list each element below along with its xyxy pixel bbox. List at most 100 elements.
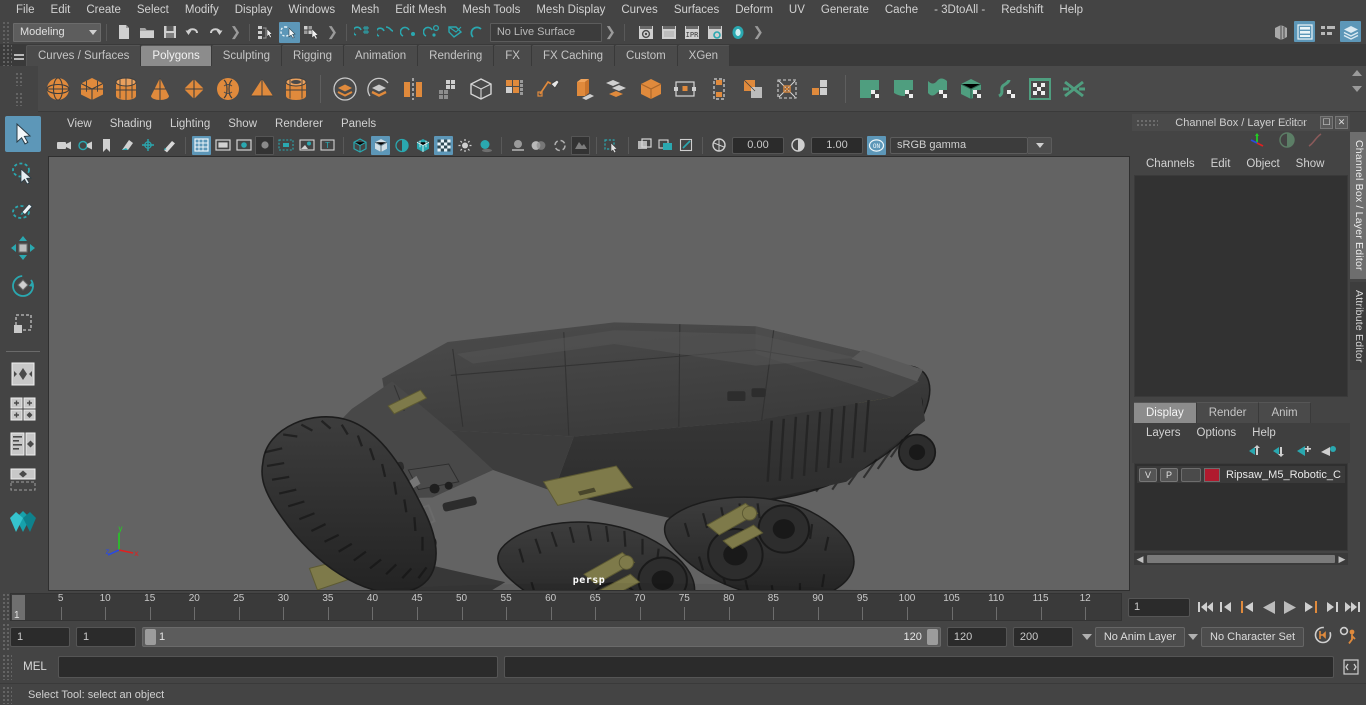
animation-end-time-field[interactable]: 200 [1012,627,1073,647]
close-icon[interactable]: ✕ [1335,116,1348,129]
menu-mesh-tools[interactable]: Mesh Tools [454,0,528,20]
xray-icon[interactable] [635,136,654,155]
snap-to-view-plane-icon[interactable] [445,22,466,43]
move-layer-down-icon[interactable] [1272,444,1288,462]
snap-point-button[interactable] [5,428,41,460]
menu-3dtoall[interactable]: - 3DtoAll - [926,0,993,20]
shelf-tab-sculpting[interactable]: Sculpting [211,45,283,66]
shelf-tab-fx[interactable]: FX [494,45,532,66]
poly-sphere-icon[interactable] [42,72,74,106]
create-new-layer-icon[interactable] [1296,444,1312,462]
shelf-scroll-up-icon[interactable] [1352,70,1362,76]
time-slider-grip[interactable] [2,593,10,621]
menu-cache[interactable]: Cache [877,0,926,20]
command-output[interactable] [504,656,1334,678]
range-handle-right[interactable] [926,629,938,645]
show-hide-attribute-editor-icon[interactable] [1294,21,1315,42]
make-live-icon[interactable] [468,22,489,43]
shelf-tab-grip[interactable] [2,44,12,66]
viewport-menu-lighting[interactable]: Lighting [161,118,219,130]
layer-menu-help[interactable]: Help [1244,427,1284,439]
poly-mirror-icon[interactable] [397,72,429,106]
channel-box-toggle-icon[interactable] [1278,131,1296,154]
menu-mesh-display[interactable]: Mesh Display [528,0,613,20]
exposure-field[interactable]: 0.00 [732,136,784,154]
text-overlay-icon[interactable]: T [318,136,337,155]
status-expand-arrow-2[interactable]: ❯ [324,24,341,40]
uv-layout-icon[interactable] [1024,72,1056,106]
step-forward-frame-icon[interactable] [1301,597,1320,617]
poly-bridge-icon[interactable] [635,72,667,106]
poly-pipe-icon[interactable] [280,72,312,106]
current-time-indicator[interactable]: 1 [12,595,25,620]
shelf-tab-animation[interactable]: Animation [344,45,419,66]
shelf-tab-xgen[interactable]: XGen [677,45,731,66]
layer-row[interactable]: V P Ripsaw_M5_Robotic_C [1137,466,1345,483]
play-forwards-icon[interactable] [1280,597,1299,617]
animation-start-time-field[interactable]: 1 [10,627,70,647]
viewport-menu-shading[interactable]: Shading [101,118,161,130]
shade-selected-items-icon[interactable] [392,136,411,155]
menu-display[interactable]: Display [227,0,281,20]
isolate-select-icon[interactable] [603,136,622,155]
film-gate-display-icon[interactable] [276,136,295,155]
bookmark-icon[interactable] [97,136,116,155]
viewport-menu-renderer[interactable]: Renderer [266,118,332,130]
hypershade-icon[interactable] [728,22,749,43]
snap-view-planes-button[interactable] [5,463,41,495]
ipr-render-icon[interactable]: IPR [682,22,703,43]
poly-extrude-icon[interactable] [567,72,599,106]
uv-unfold-icon[interactable] [990,72,1022,106]
panel-grip-right[interactable] [1284,119,1306,126]
color-space-dropdown-icon[interactable] [1028,136,1052,154]
shelf-tab-polygons[interactable]: Polygons [141,45,212,66]
poly-combine-icon[interactable] [431,72,463,106]
menu-redshift[interactable]: Redshift [993,0,1051,20]
motion-blur-icon[interactable] [529,136,548,155]
uv-cut-icon[interactable] [1058,72,1090,106]
menu-help[interactable]: Help [1051,0,1091,20]
status-expand-arrow-3[interactable]: ❯ [602,24,619,40]
menu-curves[interactable]: Curves [613,0,665,20]
step-back-frame-icon[interactable] [1238,597,1257,617]
menu-set-selector[interactable]: Modeling [13,22,101,42]
grease-pencil-icon[interactable] [160,136,179,155]
undo-icon[interactable] [182,22,203,43]
animation-preferences-icon[interactable] [1338,625,1360,650]
menu-surfaces[interactable]: Surfaces [666,0,727,20]
show-hide-modeling-toolkit-icon[interactable] [1271,21,1292,42]
channel-menu-show[interactable]: Show [1288,158,1333,170]
snap-to-projected-center-icon[interactable] [422,22,443,43]
channel-menu-channels[interactable]: Channels [1138,158,1203,170]
playback-end-time-field[interactable]: 120 [946,627,1007,647]
show-hide-tool-settings-icon[interactable] [1317,21,1338,42]
uv-cylindrical-icon[interactable] [922,72,954,106]
snap-curve-button[interactable] [5,393,41,425]
poly-plane-icon[interactable] [178,72,210,106]
status-expand-arrow-1[interactable]: ❯ [227,24,244,40]
menu-create[interactable]: Create [78,0,129,20]
snap-to-grid-icon[interactable] [353,22,374,43]
menu-mesh[interactable]: Mesh [343,0,387,20]
vtab-channel-box-layer-editor[interactable]: Channel Box / Layer Editor [1350,132,1366,279]
go-to-end-icon[interactable] [1343,597,1362,617]
menu-edit[interactable]: Edit [43,0,79,20]
show-hide-channel-box-icon[interactable] [1340,21,1361,42]
play-backwards-icon[interactable] [1259,597,1278,617]
layer-playback-toggle[interactable]: P [1160,467,1178,482]
range-slider-grip[interactable] [2,623,10,651]
step-forward-key-icon[interactable] [1322,597,1341,617]
snap-live-object-button[interactable] [5,504,41,540]
viewport-menu-panels[interactable]: Panels [332,118,385,130]
step-back-key-icon[interactable] [1217,597,1236,617]
scroll-right-icon[interactable]: ▶ [1336,554,1348,565]
current-frame-field[interactable]: 1 [1128,597,1190,617]
multisample-aa-icon[interactable] [550,136,569,155]
menu-file[interactable]: File [8,0,43,20]
menu-select[interactable]: Select [129,0,177,20]
character-set-dropdown-icon[interactable] [1185,627,1201,647]
character-set-combo[interactable]: No Character Set [1201,627,1304,647]
rotate-tool-button[interactable] [5,268,41,304]
menu-edit-mesh[interactable]: Edit Mesh [387,0,454,20]
scale-tool-button[interactable] [5,306,41,342]
